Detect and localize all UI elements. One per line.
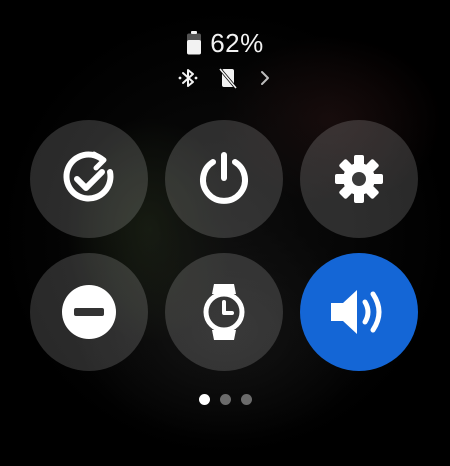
- sync-check-icon: [58, 148, 120, 210]
- page-dot-2[interactable]: [219, 394, 231, 405]
- battery-status: 62%: [0, 26, 450, 60]
- power-tile[interactable]: [165, 120, 283, 238]
- sound-tile[interactable]: [300, 253, 418, 371]
- battery-icon: [186, 31, 202, 55]
- bluetooth-icon: [176, 66, 200, 90]
- gear-icon: [329, 149, 389, 209]
- page-dot-3[interactable]: [240, 394, 252, 405]
- page-indicator: [0, 394, 450, 405]
- do-not-disturb-tile[interactable]: [30, 253, 148, 371]
- chevron-right-icon[interactable]: [256, 68, 274, 88]
- page-dot-1[interactable]: [198, 394, 210, 405]
- phone-disconnected-icon: [216, 66, 240, 90]
- connection-status[interactable]: [0, 64, 450, 92]
- power-icon: [193, 148, 255, 210]
- settings-tile[interactable]: [300, 120, 418, 238]
- do-not-disturb-icon: [60, 283, 118, 341]
- sync-tile[interactable]: [30, 120, 148, 238]
- volume-icon: [327, 284, 391, 340]
- watch-only-tile[interactable]: [165, 253, 283, 371]
- battery-percentage: 62%: [210, 27, 264, 58]
- watch-icon: [196, 280, 252, 344]
